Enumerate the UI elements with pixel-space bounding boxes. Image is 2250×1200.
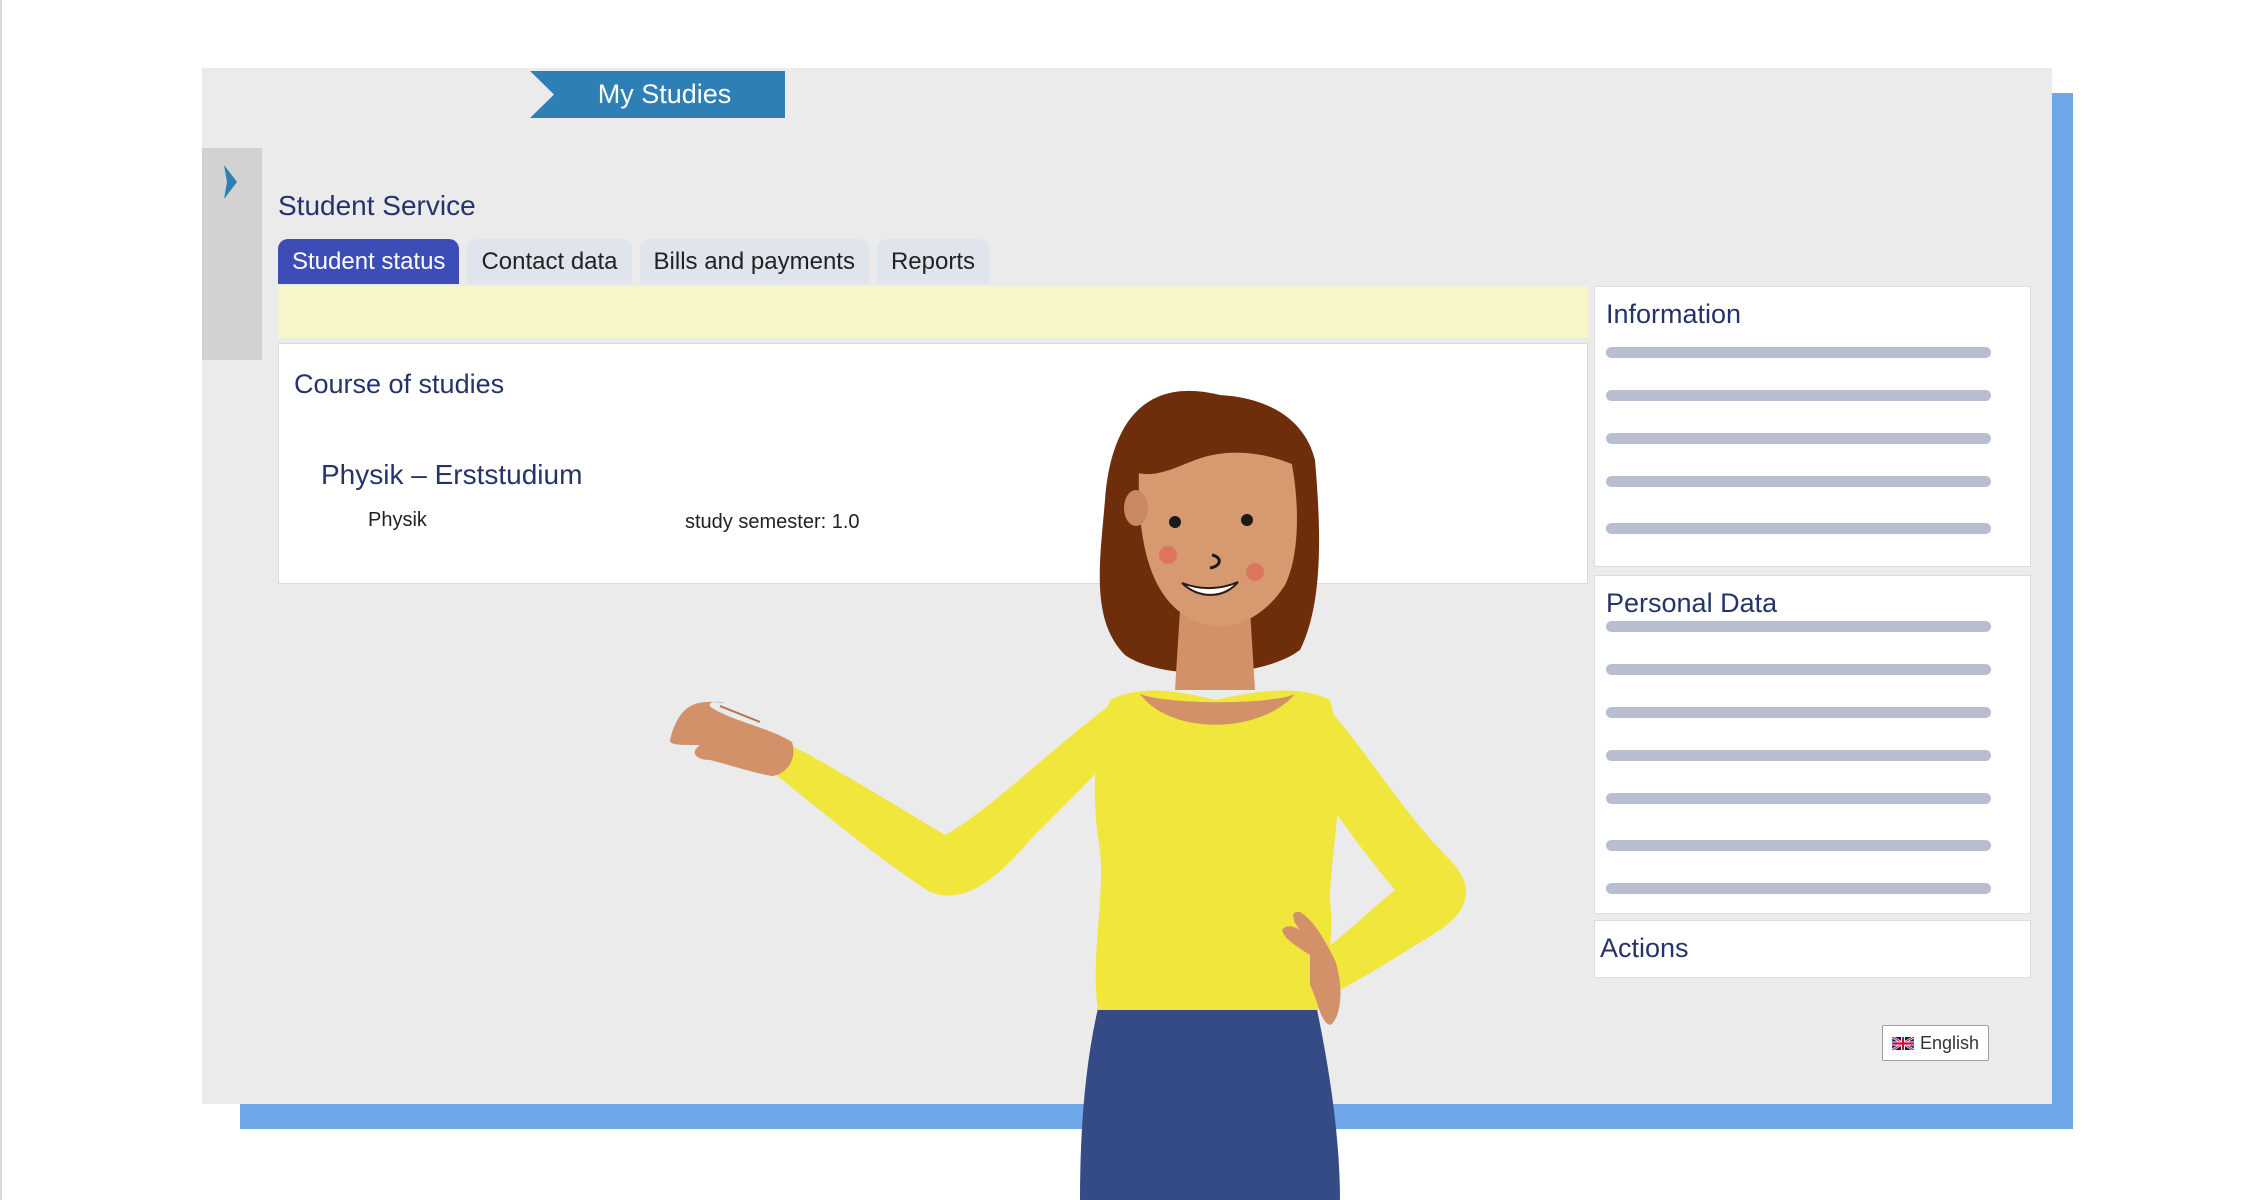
my-studies-ribbon: My Studies — [530, 71, 785, 118]
placeholder-line — [1606, 883, 1991, 894]
actions-title: Actions — [1600, 933, 1689, 963]
placeholder-line — [1606, 664, 1991, 675]
information-panel: Information — [1594, 286, 2031, 567]
placeholder-line — [1606, 840, 1991, 851]
placeholder-line — [1606, 390, 1991, 401]
frame-edge — [0, 0, 2, 1200]
uk-flag-icon — [1891, 1036, 1914, 1050]
tab-reports[interactable]: Reports — [876, 239, 990, 284]
tab-student-status[interactable]: Student status — [278, 239, 460, 284]
presenter-illustration — [669, 390, 1467, 1200]
placeholder-line — [1606, 433, 1991, 444]
course-name: Physik – Erststudium — [321, 459, 583, 490]
notice-bar — [278, 286, 1588, 338]
information-title: Information — [1606, 299, 1742, 329]
personal-data-panel: Personal Data — [1594, 575, 2031, 914]
language-label: English — [1919, 1032, 1980, 1053]
page-title: Student Service — [278, 190, 476, 221]
tab-bills-and-payments[interactable]: Bills and payments — [639, 239, 869, 284]
language-button[interactable]: English — [1882, 1025, 1989, 1061]
tab-bar: Student status Contact data Bills and pa… — [278, 239, 990, 284]
placeholder-line — [1606, 476, 1991, 487]
placeholder-line — [1606, 793, 1991, 804]
course-subject: Physik — [368, 509, 427, 531]
placeholder-line — [1606, 523, 1991, 534]
placeholder-line — [1606, 621, 1991, 632]
tab-contact-data[interactable]: Contact data — [467, 239, 632, 284]
actions-panel[interactable]: Actions — [1594, 920, 2031, 978]
placeholder-line — [1606, 750, 1991, 761]
course-heading: Course of studies — [294, 369, 505, 399]
placeholder-line — [1606, 347, 1991, 358]
ribbon-label: My Studies — [597, 79, 732, 109]
sidebar-toggle[interactable] — [202, 148, 262, 360]
chevron-right-icon — [224, 165, 237, 199]
personal-data-title: Personal Data — [1606, 588, 1778, 618]
placeholder-line — [1606, 707, 1991, 718]
